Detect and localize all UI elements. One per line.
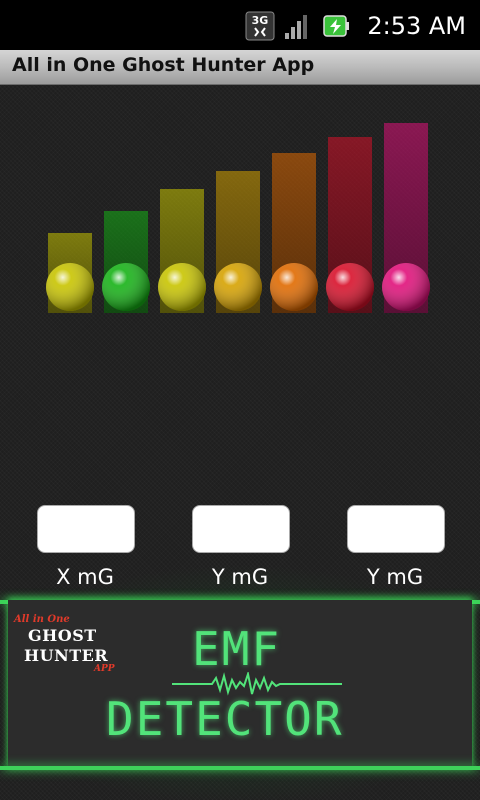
emf-level-orb-shine-3 [158, 263, 206, 311]
network-3g-icon: 3G [245, 11, 275, 41]
detector-title: DETECTOR [106, 692, 344, 746]
y-reading-box[interactable] [192, 505, 290, 553]
main-content: X mG Y mG Y mG All in One GHOST HUNTER A… [0, 85, 480, 800]
app-title: All in One Ghost Hunter App [12, 54, 315, 76]
status-time: 2:53 AM [367, 12, 466, 40]
readings-panel: X mG Y mG Y mG [0, 503, 480, 593]
logo-line-1: GHOST [28, 626, 97, 645]
emf-level-meter [46, 123, 430, 313]
app-screen: 3G 2:53 AM All in One Ghost Hunter App X… [0, 0, 480, 800]
status-bar: 3G 2:53 AM [0, 0, 480, 50]
y-reading-label: Y mG [211, 565, 269, 589]
emf-level-orb-shine-2 [102, 263, 150, 311]
status-icons: 3G 2:53 AM [245, 10, 466, 42]
title-bar: All in One Ghost Hunter App [0, 50, 480, 85]
emf-level-orb-shine-5 [270, 263, 318, 311]
z-reading-box[interactable] [347, 505, 445, 553]
emf-detector-banner: All in One GHOST HUNTER APP EMF DETECTOR [8, 600, 472, 766]
battery-charging-icon [323, 15, 350, 37]
signal-strength-icon [285, 15, 308, 39]
ghost-hunter-logo: All in One GHOST HUNTER APP [10, 614, 120, 684]
logo-bottom-text: APP [94, 664, 115, 674]
emf-level-orb-shine-4 [214, 263, 262, 311]
x-reading-label: X mG [56, 565, 114, 589]
emf-level-orb-shine-1 [46, 263, 94, 311]
x-reading-box[interactable] [37, 505, 135, 553]
z-reading-label: Y mG [366, 565, 424, 589]
emf-title: EMF [192, 622, 282, 676]
logo-line-2: HUNTER [24, 646, 109, 665]
logo-top-text: All in One [14, 614, 70, 625]
network-label: 3G [252, 14, 269, 27]
banner-bottom-glow-line [0, 766, 480, 770]
emf-level-orb-shine-7 [382, 263, 430, 311]
emf-level-orb-shine-6 [326, 263, 374, 311]
